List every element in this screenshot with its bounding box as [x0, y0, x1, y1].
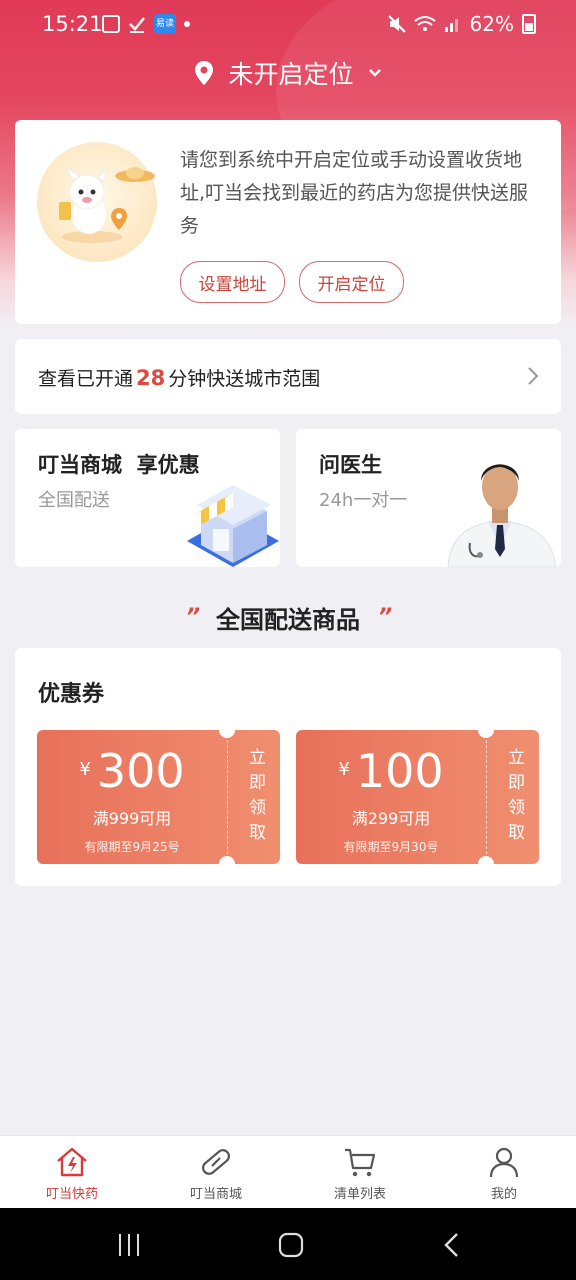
- location-message: 请您到系统中开启定位或手动设置收货地址,叮当会找到最近的药店为您提供快送服务: [180, 149, 529, 237]
- claim-char: 即: [508, 773, 525, 793]
- reader-app-icon: 易读: [154, 14, 176, 34]
- mall-title: 叮当商城 享优惠: [38, 453, 200, 477]
- wifi-icon: [413, 16, 436, 31]
- doctor-title: 问医生: [319, 453, 382, 477]
- claim-char: 领: [249, 798, 266, 818]
- doctor-subtitle: 24h一对一: [319, 490, 408, 511]
- coupon-amount: ¥100: [296, 744, 486, 798]
- enable-location-button[interactable]: 开启定位: [299, 261, 404, 303]
- currency-symbol: ¥: [338, 759, 350, 780]
- location-permission-card: 请您到系统中开启定位或手动设置收货地址,叮当会找到最近的药店为您提供快送服务 设…: [15, 120, 561, 324]
- battery-level: 62%: [469, 12, 514, 36]
- home-bolt-icon: [57, 1147, 87, 1177]
- express-cities-link[interactable]: 查看已开通 28 分钟快送城市范围: [15, 339, 561, 414]
- status-bar: 15:21 易读 62%: [0, 0, 576, 50]
- coupons-card: 优惠券 ¥300 满999可用 有限期至9月25号 立 即 领 取 ¥100 满…: [15, 648, 561, 886]
- coupon-expiry: 有限期至9月30号: [343, 840, 439, 854]
- coupon-condition: 满299可用: [351, 809, 431, 828]
- checkmark-icon: [129, 17, 145, 33]
- recent-apps-icon[interactable]: [116, 1232, 142, 1258]
- claim-char: 立: [249, 748, 266, 768]
- back-icon[interactable]: [442, 1232, 462, 1258]
- express-cities-text: 查看已开通 28 分钟快送城市范围: [38, 364, 320, 391]
- mall-card[interactable]: 叮当商城 享优惠 全国配送: [15, 429, 280, 567]
- coupon-divider: [227, 740, 228, 854]
- coupon-value: 100: [355, 744, 444, 798]
- claim-char: 立: [508, 748, 525, 768]
- mascot-illustration: [37, 142, 157, 262]
- battery-icon: [522, 14, 536, 34]
- coupon-notch: [478, 730, 494, 738]
- signal-icon: [444, 19, 458, 32]
- ask-doctor-card[interactable]: 问医生 24h一对一: [296, 429, 561, 567]
- claim-char: 领: [508, 798, 525, 818]
- system-nav-bar: [0, 1208, 576, 1280]
- nav-item-mall[interactable]: 叮当商城: [144, 1136, 288, 1209]
- nav-item-mine[interactable]: 我的: [432, 1136, 576, 1209]
- nav-label: 我的: [490, 1187, 517, 1202]
- quote-left-icon: ”: [185, 605, 200, 630]
- store-icon: [187, 485, 279, 567]
- cart-icon: [345, 1148, 376, 1177]
- claim-char: 取: [508, 823, 525, 843]
- location-pin-icon: [195, 61, 214, 85]
- doctor-image: [447, 464, 557, 567]
- set-address-button[interactable]: 设置地址: [180, 261, 285, 303]
- claim-coupon-button[interactable]: 立 即 领 取: [494, 746, 539, 846]
- location-label: 未开启定位: [228, 60, 354, 89]
- coupon-amount: ¥300: [37, 744, 227, 798]
- express-suffix: 分钟快送城市范围: [168, 368, 321, 390]
- quote-right-icon: ”: [378, 605, 392, 630]
- currency-symbol: ¥: [79, 759, 91, 780]
- mall-subtitle: 全国配送: [38, 490, 110, 511]
- chevron-down-icon: [368, 69, 381, 77]
- express-prefix: 查看已开通: [38, 368, 134, 390]
- coupon-100[interactable]: ¥100 满299可用 有限期至9月30号 立 即 领 取: [296, 730, 539, 864]
- coupon-notch: [219, 856, 235, 864]
- chevron-right-icon: [528, 367, 539, 385]
- nav-item-express-pharmacy[interactable]: 叮当快药: [0, 1136, 144, 1209]
- mute-icon: [387, 15, 406, 33]
- coupon-notch: [478, 856, 494, 864]
- coupon-divider: [486, 740, 487, 854]
- nav-label: 叮当商城: [189, 1187, 242, 1202]
- section-title: ” 全国配送商品 ”: [0, 600, 576, 635]
- section-title-text: 全国配送商品: [216, 606, 360, 634]
- coupon-notch: [219, 730, 235, 738]
- nav-label: 清单列表: [333, 1187, 386, 1202]
- location-selector[interactable]: 未开启定位: [0, 55, 576, 91]
- coupon-expiry: 有限期至9月25号: [84, 840, 180, 854]
- claim-coupon-button[interactable]: 立 即 领 取: [235, 746, 280, 846]
- claim-char: 取: [249, 823, 266, 843]
- bottom-nav: 叮当快药 叮当商城 清单列表 我的: [0, 1135, 576, 1209]
- coupon-300[interactable]: ¥300 满999可用 有限期至9月25号 立 即 领 取: [37, 730, 280, 864]
- gallery-icon: [102, 15, 120, 33]
- status-time: 15:21: [42, 12, 103, 36]
- home-button-icon[interactable]: [277, 1231, 305, 1259]
- nav-label: 叮当快药: [45, 1187, 98, 1202]
- express-minutes: 28: [136, 366, 166, 390]
- coupon-value: 300: [96, 744, 185, 798]
- coupons-title: 优惠券: [38, 682, 105, 707]
- nav-item-list[interactable]: 清单列表: [288, 1136, 432, 1209]
- claim-char: 即: [249, 773, 266, 793]
- pill-icon: [202, 1149, 230, 1175]
- notification-dot-icon: [184, 21, 190, 27]
- user-icon: [489, 1147, 519, 1178]
- coupon-condition: 满999可用: [92, 809, 172, 828]
